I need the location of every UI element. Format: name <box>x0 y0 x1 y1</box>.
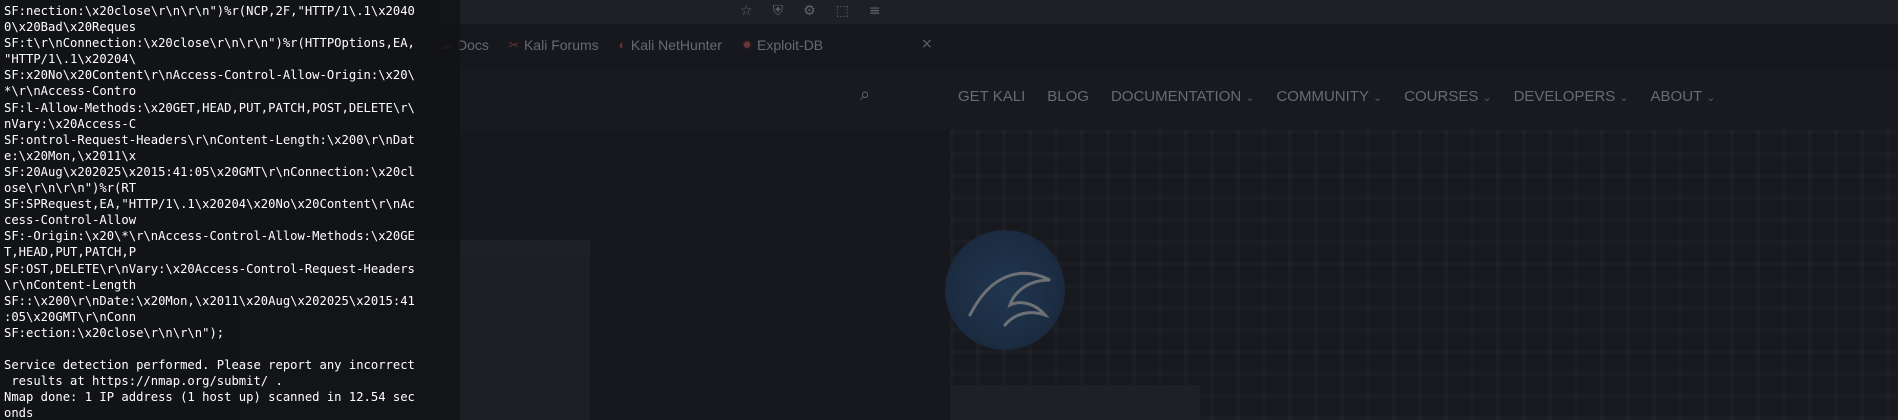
nav-item-label: COURSES <box>1404 88 1479 105</box>
close-icon[interactable]: × <box>921 36 933 52</box>
chevron-down-icon: ⌄ <box>1706 92 1716 104</box>
terminal-line: nVary:\x20Access-C <box>4 116 137 131</box>
terminal-line: :05\x20GMT\r\nConn <box>4 309 137 324</box>
terminal-line: SF:OST,DELETE\r\nVary:\x20Access-Control… <box>4 261 415 276</box>
nav-item-blog[interactable]: BLOG <box>1047 88 1089 105</box>
bookmark-label: Kali NetHunter <box>630 37 722 53</box>
kali-dragon-icon <box>968 271 1051 327</box>
chevron-down-icon: ⌄ <box>1482 92 1492 104</box>
terminal-line: SF:x20No\x20Content\r\nAccess-Control-Al… <box>4 68 415 83</box>
browser-toolbar <box>440 0 1898 24</box>
nav-item-courses[interactable]: COURSES ⌄ <box>1404 88 1491 105</box>
nav-item-label: ABOUT <box>1650 88 1703 105</box>
bookmark-kali-nethunter[interactable]: ◐ Kali NetHunter <box>619 37 722 53</box>
terminal-line: \r\nContent-Length <box>4 277 137 292</box>
nav-item-label: BLOG <box>1047 88 1089 105</box>
terminal-line: results at https://nmap.org/submit/ . <box>4 374 283 389</box>
menu-icon[interactable]: ≡ <box>869 3 881 19</box>
bookmark-kali-forums[interactable]: ✂ Kali Forums <box>509 37 599 53</box>
terminal-line: *\r\nAccess-Contro <box>4 84 137 99</box>
site-nav-menu: GET KALI BLOG DOCUMENTATION ⌄ COMMUNITY ⌄ … <box>958 88 1715 105</box>
nav-item-label: GET KALI <box>958 88 1026 105</box>
chevron-down-icon: ⌄ <box>1372 92 1383 104</box>
desktop-screen: ☆ ⛨ ⚙ ⬚ ≡ ☁ Docs ✂ Kali Forums ◐ Kali Ne… <box>0 0 1898 420</box>
terminal-line: e:\x20Mon,\x2011\x <box>4 148 137 163</box>
extensions-icon[interactable]: ⚙ <box>803 3 816 19</box>
nav-item-about[interactable]: ABOUT ⌄ <box>1651 88 1716 105</box>
exploit-db-icon: ✹ <box>741 38 753 52</box>
terminal-line: T,HEAD,PUT,PATCH,P <box>4 245 137 260</box>
nav-item-get-kali[interactable]: GET KALI <box>958 88 1025 105</box>
terminal-line: onds <box>4 406 34 420</box>
nav-item-label: DOCUMENTATION <box>1110 88 1242 105</box>
sidebar-icon[interactable]: ⬚ <box>836 3 849 19</box>
browser-toolbar-icons: ☆ ⛨ ⚙ ⬚ ≡ <box>740 3 881 19</box>
hero-maze-background <box>950 130 1898 420</box>
terminal-line: SF:t\r\nConnection:\x20close\r\n\r\n")%r… <box>4 36 415 51</box>
terminal-line: SF:ection:\x20close\r\n\r\n"); <box>4 325 225 340</box>
nav-item-documentation[interactable]: DOCUMENTATION ⌄ <box>1111 88 1255 105</box>
search-icon[interactable]: ⌕ <box>860 84 870 105</box>
terminal-line: Service detection performed. Please repo… <box>4 358 415 373</box>
hero-footer-bar <box>950 385 1200 420</box>
forums-icon: ✂ <box>508 38 519 52</box>
bookmark-label: Kali Forums <box>523 37 599 53</box>
shield-icon[interactable]: ⛨ <box>773 3 784 19</box>
terminal-line: SF:l-Allow-Methods:\x20GET,HEAD,PUT,PATC… <box>4 100 415 115</box>
terminal-output: SF:nection:\x20close\r\n\r\n")%r(NCP,2F,… <box>4 3 415 420</box>
bookmark-exploit-db[interactable]: ✹ Exploit-DB <box>742 37 823 53</box>
terminal-line: SF::\x200\r\nDate:\x20Mon,\x2011\x20Aug\… <box>4 293 415 308</box>
terminal-line: cess-Control-Allow <box>4 213 137 228</box>
terminal-line: "HTTP/1\.1\x20204\ <box>4 52 137 67</box>
terminal-line: SF:ontrol-Request-Headers\r\nContent-Len… <box>4 132 415 147</box>
terminal-line: 0\x20Bad\x20Reques <box>4 20 137 35</box>
bookmark-label: Exploit-DB <box>757 37 824 53</box>
nethunter-icon: ◐ <box>618 38 626 52</box>
bookmark-label: Docs <box>457 37 489 53</box>
terminal-line: SF:SPRequest,EA,"HTTP/1\.1\x20204\x20No\… <box>4 197 415 212</box>
terminal-window[interactable]: SF:nection:\x20close\r\n\r\n")%r(NCP,2F,… <box>0 0 460 420</box>
nav-item-developers[interactable]: DEVELOPERS ⌄ <box>1514 88 1629 105</box>
terminal-line: Nmap done: 1 IP address (1 host up) scan… <box>4 390 415 405</box>
chevron-down-icon: ⌄ <box>1245 92 1255 104</box>
bookmarks-bar: ☁ Docs ✂ Kali Forums ◐ Kali NetHunter ✹ … <box>440 30 960 60</box>
terminal-line: SF:nection:\x20close\r\n\r\n")%r(NCP,2F,… <box>4 4 415 18</box>
bookmark-star-icon[interactable]: ☆ <box>740 3 753 19</box>
terminal-line: ose\r\n\r\n")%r(RT <box>4 181 137 196</box>
nav-item-label: DEVELOPERS <box>1513 88 1616 105</box>
nav-item-community[interactable]: COMMUNITY ⌄ <box>1276 88 1382 105</box>
terminal-line: SF:-Origin:\x20\*\r\nAccess-Control-Allo… <box>4 229 415 244</box>
chevron-down-icon: ⌄ <box>1619 92 1629 104</box>
terminal-line: SF:20Aug\x202025\x2015:41:05\x20GMT\r\nC… <box>4 164 415 179</box>
nav-item-label: COMMUNITY <box>1276 88 1369 105</box>
